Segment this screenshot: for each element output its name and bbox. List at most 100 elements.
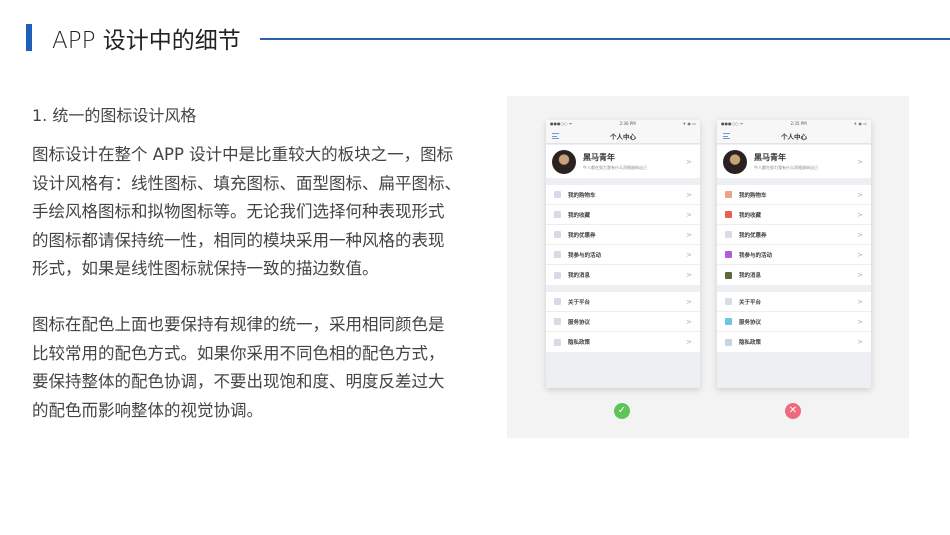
chevron-right-icon: > — [686, 271, 692, 279]
menu-group: 关于平台 > 服务协议 > 隐私政策 > — [717, 292, 871, 352]
phone-mockup: ●●●○○ ᯤ 2:35 PM ✈ ◉ ▭ 个人中心 黑马青年 牛人都在努力我有什么资… — [717, 120, 871, 388]
menu-row-label: 我的优惠券 — [568, 232, 596, 239]
profile-subtitle: 牛人都在努力我有什么资格放纵自己 — [583, 165, 647, 170]
chevron-right-icon: > — [686, 210, 692, 219]
menu-row[interactable]: 我的购物车 > — [546, 185, 700, 205]
menu-row[interactable]: 我的购物车 > — [717, 185, 871, 205]
chevron-right-icon: > — [686, 190, 692, 199]
menu-row[interactable]: 服务协议 > — [546, 312, 700, 332]
tag-icon — [554, 231, 561, 238]
message-icon — [725, 271, 732, 279]
nav-bar: 个人中心 — [717, 128, 871, 144]
nav-title: 个人中心 — [610, 132, 636, 141]
page-title: APP 设计中的细节 — [52, 28, 241, 54]
tag-icon — [725, 231, 732, 238]
status-time: 2:35 PM — [790, 121, 807, 126]
menu-row-label: 我参与的活动 — [568, 252, 602, 259]
nav-bar: 个人中心 — [546, 128, 700, 144]
menu-row[interactable]: 我的消息 > — [546, 265, 700, 285]
signal-indicator: ●●●○○ ᯤ — [550, 121, 573, 126]
paragraph-line: 比较常用的配色方式。如果你采用不同色相的配色方式， — [32, 343, 445, 363]
menu-row[interactable]: 关于平台 > — [717, 292, 871, 312]
paragraph-1: 图标设计在整个 APP 设计中是比重较大的板块之一，图标 设计风格有：线性图标、填… — [32, 141, 461, 284]
profile-name: 黑马青年 — [583, 153, 615, 162]
status-time: 2:36 PM — [619, 121, 636, 126]
menu-row-label: 我参与的活动 — [739, 252, 773, 259]
menu-row[interactable]: 我的消息 > — [717, 265, 871, 285]
flag-icon — [725, 251, 732, 258]
check-icon: ✓ — [614, 403, 630, 419]
menu-row-label: 我的优惠券 — [739, 232, 767, 239]
flag-icon — [554, 251, 561, 258]
status-bar: ●●●○○ ᯤ 2:35 PM ✈ ◉ ▭ — [717, 120, 871, 128]
paragraph-line: 的配色而影响整体的视觉协调。 — [32, 400, 263, 420]
chevron-right-icon: > — [686, 230, 692, 239]
title-accent-bar — [26, 24, 32, 51]
menu-group: 我的购物车 > 我的收藏 > 我的优惠券 > 我参与的活动 > 我的消息 > — [546, 185, 700, 285]
menu-row[interactable]: 我的收藏 > — [546, 205, 700, 225]
info-icon — [725, 298, 732, 305]
menu-row[interactable]: 隐私政策 > — [546, 332, 700, 352]
heart-icon — [725, 211, 732, 218]
section-heading: 1. 统一的图标设计风格 — [32, 106, 197, 125]
menu-row-label: 我的购物车 — [568, 192, 596, 199]
cross-icon: ✕ — [785, 403, 801, 419]
phone-mockup: ●●●○○ ᯤ 2:36 PM ✈ ◉ ▭ 个人中心 黑马青年牛人都在努力我有什么资… — [546, 120, 700, 388]
menu-row[interactable]: 我参与的活动 > — [546, 245, 700, 265]
menu-row[interactable]: 我的优惠券 > — [717, 225, 871, 245]
menu-row-label: 我的消息 — [568, 273, 591, 279]
paragraph-line: 要保持整体的配色协调，不要出现饱和度、明度反差过大 — [32, 372, 445, 392]
profile-row[interactable]: 黑马青年 牛人都在努力我有什么资格放纵自己 > — [717, 145, 871, 178]
menu-row-label: 我的收藏 — [739, 212, 762, 219]
chevron-right-icon: > — [857, 297, 863, 306]
avatar — [552, 149, 576, 174]
privacy-icon — [554, 338, 561, 346]
chevron-right-icon: > — [686, 317, 692, 326]
nav-title: 个人中心 — [781, 132, 807, 141]
menu-row-label: 服务协议 — [739, 319, 762, 326]
privacy-icon — [725, 338, 732, 346]
menu-row-label: 我的购物车 — [739, 192, 767, 199]
avatar — [723, 149, 747, 174]
chevron-right-icon: > — [857, 157, 863, 166]
paragraph-line: 图标设计在整个 APP 设计中是比重较大的板块之一，图标 — [32, 145, 454, 164]
menu-row[interactable]: 我参与的活动 > — [717, 245, 871, 265]
menu-row-label: 隐私政策 — [739, 340, 762, 346]
menu-row[interactable]: 我的收藏 > — [717, 205, 871, 225]
chevron-right-icon: > — [686, 157, 692, 166]
profile-name: 黑马青年 — [754, 153, 786, 162]
menu-icon[interactable] — [552, 133, 559, 139]
profile-row[interactable]: 黑马青年牛人都在努力我有什么资格放纵自己 > — [546, 145, 700, 178]
chevron-right-icon: > — [857, 230, 863, 239]
menu-row-label: 关于平台 — [568, 299, 591, 306]
menu-row-label: 我的收藏 — [568, 212, 591, 219]
heart-icon — [554, 211, 561, 218]
menu-row-label: 隐私政策 — [568, 340, 591, 346]
comparison-image-panel: ●●●○○ ᯤ 2:36 PM ✈ ◉ ▭ 个人中心 黑马青年牛人都在努力我有什么资… — [507, 96, 909, 438]
paragraph-line: 图标在配色上面也要保持有规律的统一，采用相同颜色是 — [32, 315, 445, 334]
menu-group: 关于平台 > 服务协议 > 隐私政策 > — [546, 292, 700, 352]
menu-icon[interactable] — [723, 133, 730, 139]
battery-indicator: ✈ ◉ ▭ — [682, 121, 696, 126]
chevron-right-icon: > — [857, 210, 863, 219]
chevron-right-icon: > — [686, 297, 692, 306]
title-divider — [260, 38, 950, 40]
chevron-right-icon: > — [857, 271, 863, 279]
chevron-right-icon: > — [686, 338, 692, 346]
menu-row[interactable]: 关于平台 > — [546, 292, 700, 312]
paragraph-line: 手绘风格图标和拟物图标等。无论我们选择何种表现形式 — [32, 202, 445, 222]
chevron-right-icon: > — [857, 190, 863, 199]
menu-row-label: 关于平台 — [739, 299, 762, 306]
menu-row[interactable]: 我的优惠券 > — [546, 225, 700, 245]
chevron-right-icon: > — [857, 338, 863, 346]
paragraph-line: 形式，如果是线性图标就保持一致的描边数值。 — [32, 259, 379, 279]
menu-row[interactable]: 服务协议 > — [717, 312, 871, 332]
status-bar: ●●●○○ ᯤ 2:36 PM ✈ ◉ ▭ — [546, 120, 700, 128]
cart-icon — [725, 191, 732, 198]
chevron-right-icon: > — [857, 250, 863, 259]
info-icon — [554, 298, 561, 305]
cart-icon — [554, 191, 561, 198]
menu-row-label: 我的消息 — [739, 273, 762, 279]
bookmark-icon — [725, 318, 732, 325]
menu-row[interactable]: 隐私政策 > — [717, 332, 871, 352]
